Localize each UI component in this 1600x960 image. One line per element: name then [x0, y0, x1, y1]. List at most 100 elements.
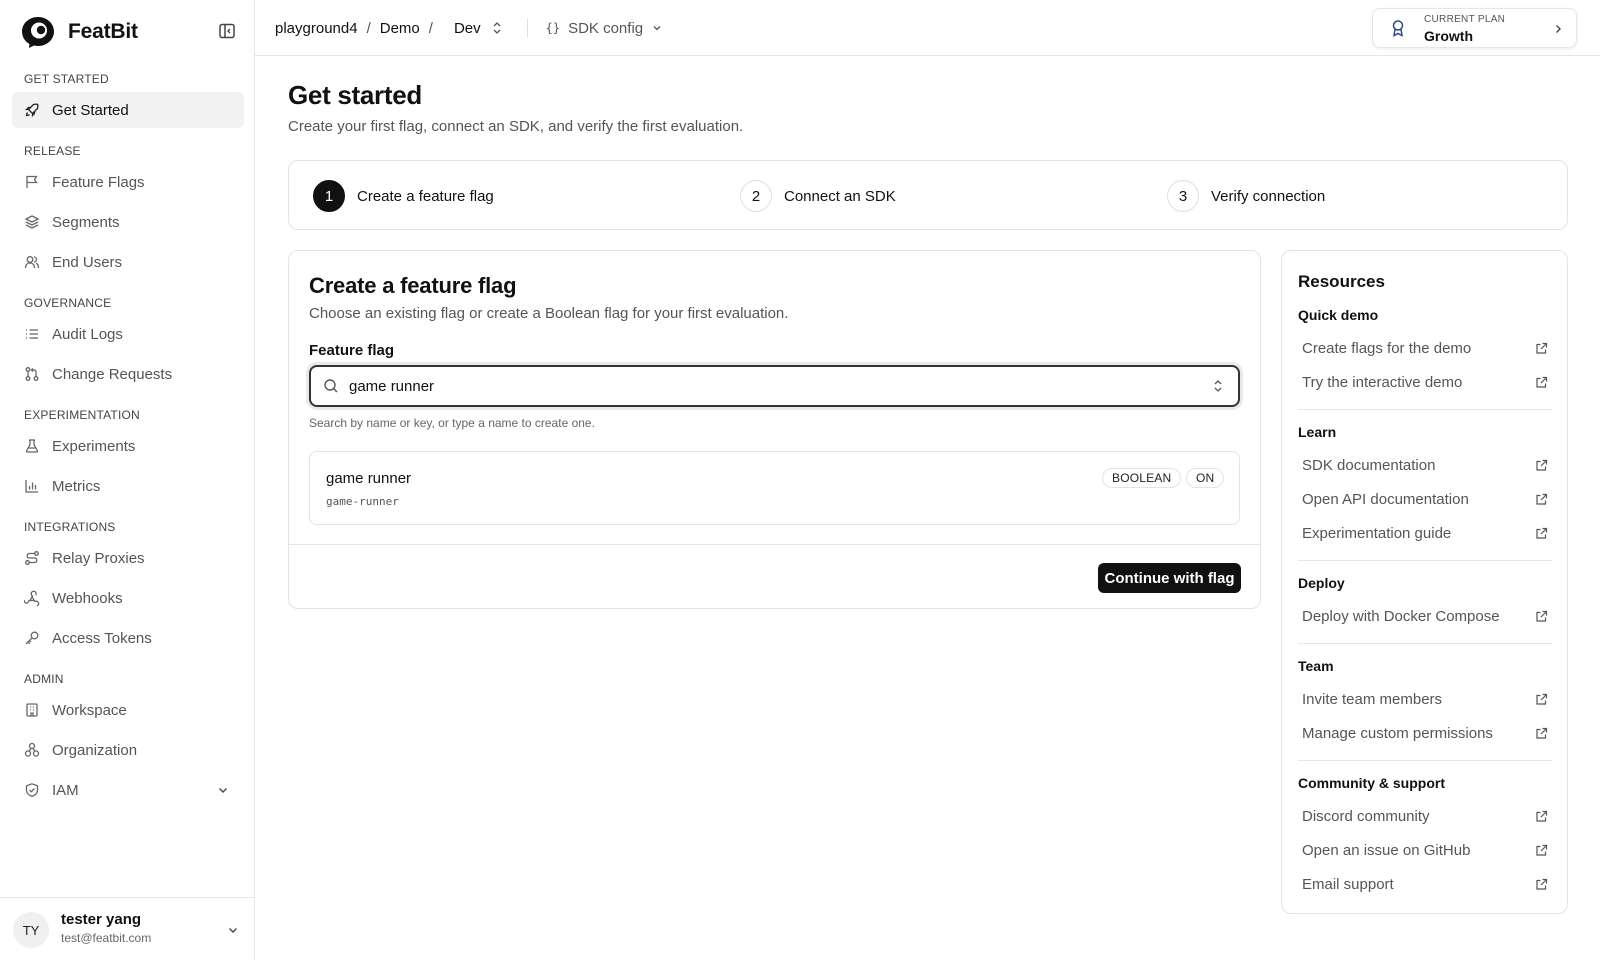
- divider: [1298, 560, 1552, 561]
- nav-section-title: GET STARTED: [24, 72, 109, 86]
- resource-link[interactable]: Create flags for the demo: [1298, 331, 1552, 365]
- sidebar-item-metrics[interactable]: Metrics: [12, 468, 244, 504]
- external-link-icon: [1536, 844, 1548, 856]
- layers-icon: [24, 214, 40, 230]
- resource-link-label: SDK documentation: [1302, 456, 1436, 474]
- resource-group-team: Team Invite team members Manage custom p…: [1298, 656, 1552, 750]
- sidebar-item-webhooks[interactable]: Webhooks: [12, 580, 244, 616]
- card-title: Create a feature flag: [309, 273, 517, 298]
- divider: [526, 19, 528, 37]
- resource-link[interactable]: Open an issue on GitHub: [1298, 833, 1552, 867]
- list-icon: [24, 326, 40, 342]
- sidebar-item-access-tokens[interactable]: Access Tokens: [12, 620, 244, 656]
- flag-option-name: game runner: [326, 470, 412, 487]
- resources-title: Resources: [1298, 272, 1385, 291]
- brand[interactable]: FeatBit: [20, 14, 138, 50]
- resource-group-deploy: Deploy Deploy with Docker Compose: [1298, 573, 1552, 633]
- sidebar-item-label: Relay Proxies: [52, 549, 145, 567]
- nav-section-title: EXPERIMENTATION: [24, 408, 140, 422]
- featbit-logo-icon: [22, 17, 54, 48]
- divider: [1298, 409, 1552, 410]
- webhook-icon: [24, 590, 40, 606]
- resource-link[interactable]: Deploy with Docker Compose: [1298, 599, 1552, 633]
- sidebar-toggle-icon[interactable]: [218, 22, 236, 40]
- step-create-flag[interactable]: 1 Create a feature flag: [313, 179, 494, 213]
- resource-link[interactable]: SDK documentation: [1298, 448, 1552, 482]
- user-name: tester yang: [61, 911, 142, 928]
- resource-link[interactable]: Manage custom permissions: [1298, 716, 1552, 750]
- environment-select[interactable]: Dev: [454, 20, 503, 37]
- search-icon: [324, 379, 338, 393]
- feature-flag-combobox[interactable]: [309, 365, 1240, 407]
- sidebar-item-label: Webhooks: [52, 589, 123, 607]
- resource-group-title: Team: [1298, 658, 1334, 674]
- resource-link[interactable]: Discord community: [1298, 799, 1552, 833]
- sidebar-item-segments[interactable]: Segments: [12, 204, 244, 240]
- external-link-icon: [1536, 459, 1548, 471]
- resource-link-label: Email support: [1302, 875, 1394, 893]
- resource-group-title: Learn: [1298, 424, 1337, 440]
- flag-option[interactable]: game runner game-runner BOOLEAN ON: [309, 451, 1240, 525]
- external-link-icon: [1536, 693, 1548, 705]
- chevron-down-icon[interactable]: [216, 783, 230, 797]
- resource-group-learn: Learn SDK documentation Open API documen…: [1298, 422, 1552, 550]
- sidebar-item-iam[interactable]: IAM: [12, 772, 244, 808]
- resource-link-label: Deploy with Docker Compose: [1302, 607, 1500, 625]
- sidebar-item-organization[interactable]: Organization: [12, 732, 244, 768]
- step-connect-sdk[interactable]: 2 Connect an SDK: [740, 179, 896, 213]
- feature-flag-label: Feature flag: [309, 342, 395, 359]
- sidebar-item-workspace[interactable]: Workspace: [12, 692, 244, 728]
- bar-chart-icon: [24, 478, 40, 494]
- external-link-icon: [1536, 810, 1548, 822]
- external-link-icon: [1536, 527, 1548, 539]
- sidebar-item-experiments[interactable]: Experiments: [12, 428, 244, 464]
- sidebar-item-label: Organization: [52, 741, 138, 759]
- sdk-config-button[interactable]: {} SDK config: [546, 20, 664, 37]
- chevron-down-icon[interactable]: [226, 923, 240, 937]
- external-link-icon: [1536, 610, 1548, 622]
- building-icon: [24, 702, 40, 718]
- sidebar-item-label: Get Started: [52, 101, 129, 119]
- resource-link-label: Invite team members: [1302, 690, 1443, 708]
- resource-link-label: Manage custom permissions: [1302, 724, 1493, 742]
- external-link-icon: [1536, 342, 1548, 354]
- continue-with-flag-button[interactable]: Continue with flag: [1098, 563, 1241, 593]
- resource-link[interactable]: Invite team members: [1298, 682, 1552, 716]
- sidebar-item-label: Experiments: [52, 437, 136, 455]
- user-menu[interactable]: TY tester yang test@featbit.com: [0, 897, 255, 960]
- resource-link[interactable]: Email support: [1298, 867, 1552, 901]
- flag-icon: [24, 174, 40, 190]
- sidebar-item-label: Feature Flags: [52, 173, 145, 191]
- environment-label: Dev: [453, 19, 481, 37]
- breadcrumb-separator: /: [366, 19, 371, 37]
- feature-flag-hint: Search by name or key, or type a name to…: [309, 416, 595, 430]
- step-label: Verify connection: [1211, 187, 1326, 205]
- sidebar-item-end-users[interactable]: End Users: [12, 244, 244, 280]
- sidebar: FeatBit GET STARTED Get Started RELEASE …: [0, 0, 255, 960]
- step-verify-connection[interactable]: 3 Verify connection: [1167, 179, 1325, 213]
- resource-link-label: Open API documentation: [1302, 490, 1469, 508]
- feature-flag-search-input[interactable]: [349, 377, 1189, 395]
- sidebar-item-label: Access Tokens: [52, 629, 152, 647]
- flag-status-badge: ON: [1186, 468, 1225, 488]
- external-link-icon: [1536, 376, 1548, 388]
- chevron-up-down-icon: [493, 22, 501, 34]
- sidebar-item-feature-flags[interactable]: Feature Flags: [12, 164, 244, 200]
- resource-link[interactable]: Open API documentation: [1298, 482, 1552, 516]
- avatar: TY: [13, 912, 49, 948]
- sidebar-item-get-started[interactable]: Get Started: [12, 92, 244, 128]
- resource-group-quick-demo: Quick demo Create flags for the demo Try…: [1298, 305, 1552, 399]
- breadcrumb-organization[interactable]: playground4: [275, 20, 358, 37]
- sidebar-item-label: Segments: [52, 213, 120, 231]
- chevron-up-down-icon[interactable]: [1212, 379, 1224, 393]
- resource-link[interactable]: Experimentation guide: [1298, 516, 1552, 550]
- sidebar-item-change-requests[interactable]: Change Requests: [12, 356, 244, 392]
- chevron-down-icon: [653, 26, 661, 31]
- sidebar-item-relay-proxies[interactable]: Relay Proxies: [12, 540, 244, 576]
- sidebar-item-audit-logs[interactable]: Audit Logs: [12, 316, 244, 352]
- resource-link[interactable]: Try the interactive demo: [1298, 365, 1552, 399]
- chevron-right-icon: [1556, 25, 1561, 33]
- breadcrumb-project[interactable]: Demo: [380, 20, 420, 37]
- current-plan-button[interactable]: CURRENT PLAN Growth: [1372, 8, 1577, 48]
- step-number: 1: [313, 180, 345, 212]
